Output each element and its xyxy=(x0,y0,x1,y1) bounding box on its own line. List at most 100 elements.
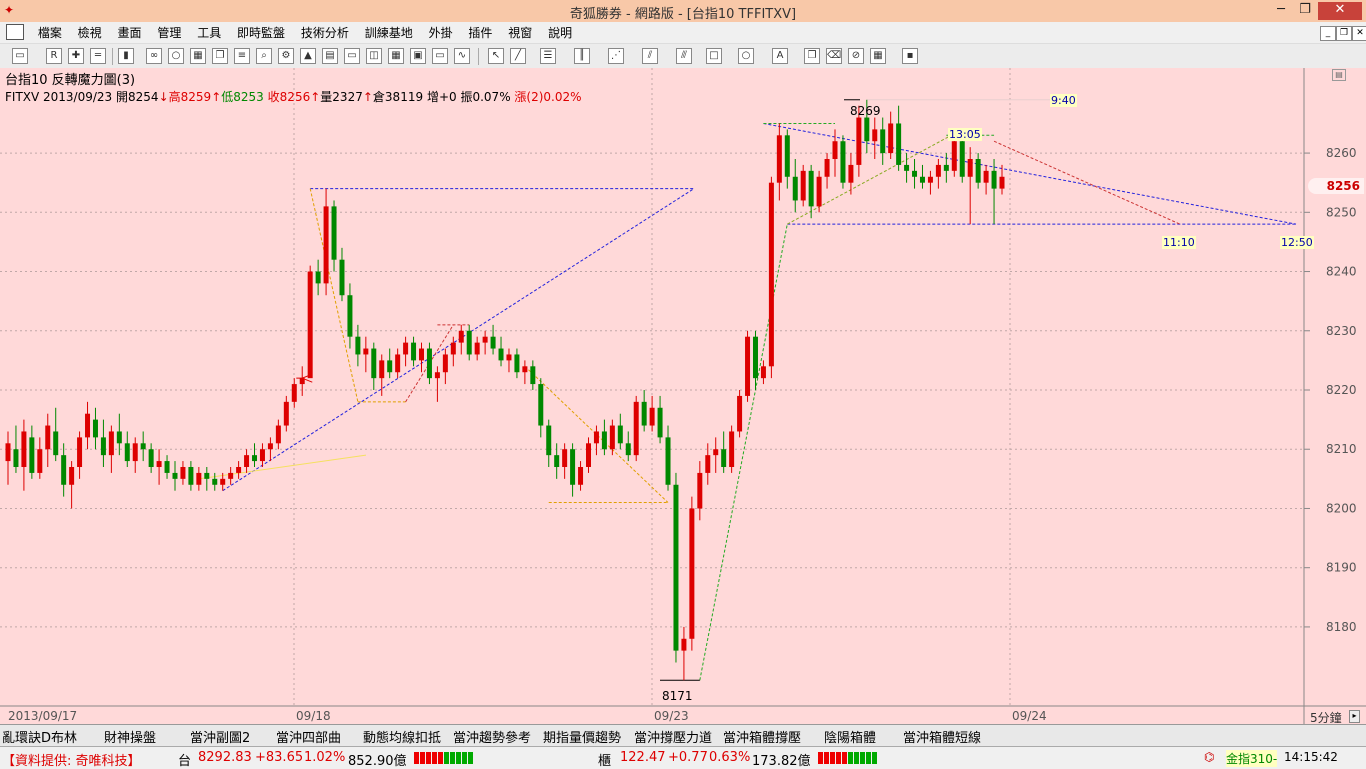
menu-addons[interactable]: 外掛 xyxy=(423,22,459,43)
copy-icon[interactable]: ❐ xyxy=(212,48,228,64)
candle-body xyxy=(403,342,409,355)
candle-body xyxy=(593,431,599,444)
menu-tools[interactable]: 工具 xyxy=(191,22,227,43)
menu-monitor[interactable]: 即時監盤 xyxy=(231,22,291,43)
open-icon[interactable]: ▭ xyxy=(12,48,28,64)
palette-icon[interactable]: ▦ xyxy=(870,48,886,64)
candle-body xyxy=(236,467,242,473)
no-draw-icon[interactable]: ⊘ xyxy=(848,48,864,64)
candle-body xyxy=(585,443,591,467)
window-icon[interactable]: ▭ xyxy=(344,48,360,64)
rsi-icon[interactable]: R xyxy=(46,48,62,64)
pointer-icon[interactable]: ↖ xyxy=(488,48,504,64)
data-provider: 【資料提供: 奇唯科技】 xyxy=(2,754,141,769)
high-label: 高 xyxy=(168,90,181,104)
list-icon[interactable]: ≡ xyxy=(234,48,250,64)
candle-body xyxy=(164,461,170,473)
draw-line-icon[interactable]: ╱ xyxy=(510,48,526,64)
candle-body xyxy=(816,176,822,207)
ohlc-readout: FITXV 2013/09/23 開8254↓高8259↑低8253 收8256… xyxy=(5,90,582,104)
candle-body xyxy=(967,159,973,177)
table-icon[interactable]: ▦ xyxy=(190,48,206,64)
layout-icon[interactable]: ▤ xyxy=(322,48,338,64)
close-button[interactable]: ✕ xyxy=(1318,2,1362,20)
mdi-minimize-button[interactable]: _ xyxy=(1320,26,1336,41)
menu-help[interactable]: 說明 xyxy=(542,22,578,43)
tab-indicator-10[interactable]: 陰陽箱體 xyxy=(824,727,894,746)
scroll-right-icon[interactable]: ▸ xyxy=(1349,710,1360,723)
parallel-icon[interactable]: ⫻ xyxy=(676,48,692,64)
menu-screen[interactable]: 畫面 xyxy=(112,22,148,43)
candle-body xyxy=(347,295,353,337)
menu-manage[interactable]: 管理 xyxy=(151,22,187,43)
document-icon[interactable] xyxy=(6,24,24,40)
mdi-close-button[interactable]: ✕ xyxy=(1352,26,1366,41)
tab-indicator-5[interactable]: 動態均線扣抵 xyxy=(363,727,451,746)
chart-menu-icon[interactable]: ▤ xyxy=(1332,69,1346,81)
save-icon[interactable]: ▪ xyxy=(902,48,918,64)
menu-file[interactable]: 檔案 xyxy=(32,22,68,43)
grid-icon[interactable]: ▦ xyxy=(388,48,404,64)
chart-window-icon[interactable]: ▭ xyxy=(432,48,448,64)
candle-body xyxy=(148,449,154,467)
menu-training[interactable]: 訓練基地 xyxy=(359,22,419,43)
minimize-button[interactable]: ─ xyxy=(1268,2,1294,20)
tab-indicator-1[interactable]: 亂環訣D布林 xyxy=(2,727,94,746)
candle-body xyxy=(37,449,43,473)
otc-label: 櫃 xyxy=(598,754,612,769)
tab-indicator-3[interactable]: 當沖副圖2 xyxy=(190,727,270,746)
tab-indicator-2[interactable]: 財神操盤 xyxy=(104,727,174,746)
candle-body xyxy=(768,182,774,367)
candle-body xyxy=(832,141,838,159)
candle-body xyxy=(275,425,281,444)
menu-analysis[interactable]: 技術分析 xyxy=(295,22,355,43)
tab-indicator-9[interactable]: 當沖箱體撐壓 xyxy=(723,727,813,746)
eraser-icon[interactable]: ⌫ xyxy=(826,48,842,64)
candle-body xyxy=(657,407,663,438)
candle-body xyxy=(959,141,965,177)
candle-body xyxy=(299,378,305,385)
menu-plugins[interactable]: 插件 xyxy=(462,22,498,43)
menu-view[interactable]: 檢視 xyxy=(72,22,108,43)
tab-indicator-4[interactable]: 當沖四部曲 xyxy=(276,727,358,746)
ruler-icon[interactable]: ═ xyxy=(90,48,106,64)
vline-icon[interactable]: ║ xyxy=(574,48,590,64)
glasses-icon[interactable]: ∞ xyxy=(146,48,162,64)
bar-type-icon[interactable]: ▮ xyxy=(118,48,134,64)
y-tick-label: 8260 xyxy=(1326,146,1357,160)
fan-icon[interactable]: ⋰ xyxy=(608,48,624,64)
chart-panel[interactable]: 8180 8190 8200 8210 8220 8230 8240 8250 8260 台指1… xyxy=(0,68,1366,725)
menu-window[interactable]: 視窗 xyxy=(502,22,538,43)
settings-icon[interactable]: ⚙ xyxy=(278,48,294,64)
zoom-icon[interactable]: ○ xyxy=(168,48,184,64)
split-icon[interactable]: ◫ xyxy=(366,48,382,64)
hline-icon[interactable]: ☰ xyxy=(540,48,556,64)
candle-body xyxy=(927,176,933,183)
tab-indicator-7[interactable]: 期指量價趨勢 xyxy=(543,727,633,746)
line-chart-icon[interactable]: ∿ xyxy=(454,48,470,64)
mdi-restore-button[interactable]: ❐ xyxy=(1336,26,1352,41)
maximize-button[interactable]: ❐ xyxy=(1292,2,1318,20)
candle-body xyxy=(371,348,377,379)
candle xyxy=(689,496,695,651)
alarm-icon[interactable]: ▲ xyxy=(300,48,316,64)
candle-body xyxy=(951,141,957,171)
candle-body xyxy=(601,431,607,450)
panel-icon[interactable]: ▣ xyxy=(410,48,426,64)
tab-indicator-11[interactable]: 當沖箱體短線 xyxy=(903,727,993,746)
rectangle-icon[interactable]: □ xyxy=(706,48,722,64)
chart-canvas[interactable]: 8180 8190 8200 8210 8220 8230 8240 8250 8260 xyxy=(0,68,1366,724)
text-icon[interactable]: A xyxy=(772,48,788,64)
tab-indicator-6[interactable]: 當沖趨勢參考 xyxy=(453,727,541,746)
status-bar: 【資料提供: 奇唯科技】 台 8292.83 +83.65 1.02% 852.… xyxy=(0,746,1366,769)
clone-icon[interactable]: ❐ xyxy=(804,48,820,64)
last-price-tag: 8256 xyxy=(1308,178,1364,194)
candle-body xyxy=(132,443,138,462)
ellipse-icon[interactable]: ○ xyxy=(738,48,754,64)
crosshair-icon[interactable]: ✚ xyxy=(68,48,84,64)
chart-background xyxy=(0,68,1366,724)
channel-icon[interactable]: ⫽ xyxy=(642,48,658,64)
tab-indicator-8[interactable]: 當沖撐壓力道 xyxy=(634,727,722,746)
search-icon[interactable]: ⌕ xyxy=(256,48,272,64)
connection-icon[interactable]: ⌬ xyxy=(1204,750,1214,764)
